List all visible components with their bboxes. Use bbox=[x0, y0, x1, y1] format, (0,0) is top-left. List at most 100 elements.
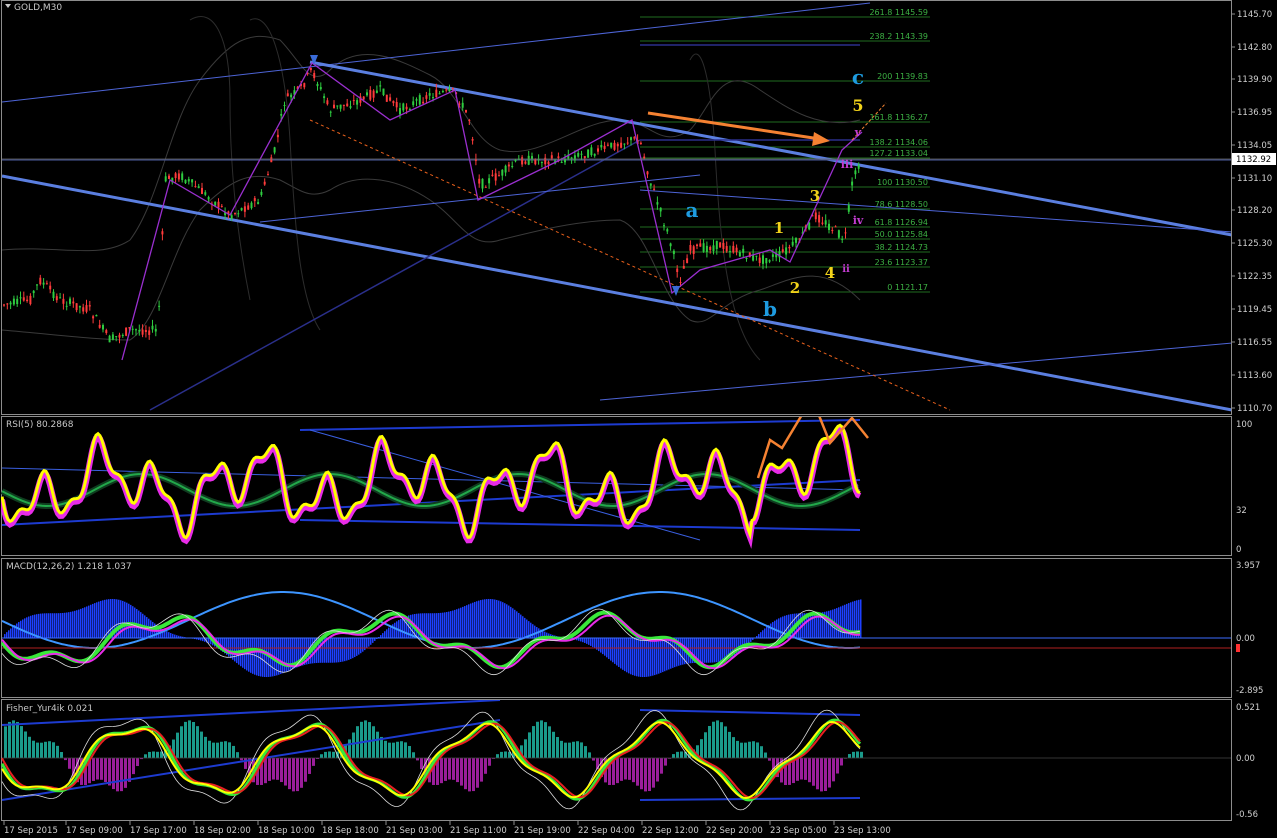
candle-body bbox=[732, 245, 735, 253]
candle-body bbox=[342, 104, 345, 106]
macd-bar bbox=[642, 638, 644, 678]
fisher-bar bbox=[388, 742, 391, 758]
macd-bar bbox=[764, 628, 766, 638]
fisher-bar bbox=[624, 758, 627, 780]
macd-bar bbox=[22, 619, 24, 638]
macd-bar bbox=[338, 638, 340, 663]
price-tick: 1125.30 bbox=[1237, 239, 1272, 249]
macd-bar bbox=[72, 611, 74, 638]
macd-bar bbox=[126, 602, 128, 638]
candle-body bbox=[273, 147, 276, 153]
candle-body bbox=[389, 97, 392, 101]
candle-body bbox=[98, 324, 101, 328]
fisher-bar bbox=[628, 758, 631, 780]
macd-bar bbox=[334, 638, 336, 663]
macd-bar bbox=[446, 612, 448, 638]
rsi-chart[interactable] bbox=[1, 398, 869, 549]
fisher-bar bbox=[364, 720, 367, 758]
candle-body bbox=[501, 169, 504, 176]
fib-level-label: 50.0 1125.84 bbox=[875, 230, 928, 239]
macd-bar bbox=[252, 638, 254, 674]
fib-level-label: 127.2 1133.04 bbox=[869, 149, 928, 158]
fib-level-label: 61.8 1126.94 bbox=[875, 218, 928, 227]
macd-bar bbox=[26, 617, 28, 638]
fisher-bar bbox=[572, 741, 575, 758]
fisher-bar bbox=[700, 739, 703, 758]
fisher-bar bbox=[716, 720, 719, 758]
macd-bar bbox=[762, 630, 764, 638]
fisher-bar bbox=[44, 741, 47, 758]
candle-body bbox=[197, 186, 200, 189]
macd-bar bbox=[662, 638, 664, 673]
candle-body bbox=[511, 166, 514, 168]
macd-bar bbox=[24, 618, 26, 638]
candle-body bbox=[851, 181, 854, 186]
fisher-bar bbox=[796, 758, 799, 781]
candle-body bbox=[286, 93, 289, 97]
macd-bar bbox=[778, 618, 780, 638]
price-tick: 1119.45 bbox=[1237, 305, 1272, 315]
chart-window[interactable]: 261.8 1145.59238.2 1143.39200 1139.83161… bbox=[0, 0, 1277, 838]
macd-bar bbox=[490, 599, 492, 638]
price-tick: 1142.80 bbox=[1237, 43, 1272, 53]
macd-bar bbox=[672, 638, 674, 668]
fisher-bar bbox=[104, 758, 107, 782]
fisher-bar bbox=[232, 745, 235, 758]
candle-body bbox=[82, 307, 85, 312]
candle-body bbox=[560, 161, 563, 163]
fisher-bar bbox=[500, 751, 503, 758]
candle-body bbox=[399, 108, 401, 115]
fisher-bar bbox=[460, 758, 463, 786]
fisher-chart[interactable] bbox=[1, 700, 1232, 811]
macd-bar bbox=[440, 612, 442, 638]
candle-body bbox=[356, 100, 359, 105]
candle-body bbox=[168, 175, 170, 179]
fisher-bar bbox=[136, 758, 139, 767]
macd-bar bbox=[12, 626, 14, 638]
macd-bar bbox=[456, 609, 458, 638]
price-candles[interactable] bbox=[3, 67, 860, 344]
candle-body bbox=[12, 298, 15, 305]
macd-bar bbox=[368, 638, 370, 647]
fisher-bar bbox=[704, 732, 707, 758]
candle-body bbox=[659, 207, 662, 212]
macd-bar bbox=[626, 638, 628, 673]
candle-body bbox=[201, 187, 203, 194]
macd-bar bbox=[260, 638, 262, 677]
macd-chart[interactable] bbox=[1, 591, 1232, 678]
macd-bar bbox=[42, 613, 44, 638]
macd-bar bbox=[102, 600, 104, 638]
fisher-bar bbox=[504, 751, 507, 758]
macd-bar bbox=[514, 609, 516, 638]
fisher-bar bbox=[488, 758, 491, 766]
macd-bar bbox=[264, 638, 266, 677]
macd-bar bbox=[510, 606, 512, 638]
candle-body bbox=[187, 179, 190, 182]
candle-body bbox=[418, 95, 421, 105]
macd-bar bbox=[592, 638, 594, 648]
fib-level-label: 100 1130.50 bbox=[877, 178, 928, 187]
macd-bar bbox=[600, 638, 602, 653]
macd-bar bbox=[518, 612, 520, 638]
candle-body bbox=[573, 155, 576, 161]
macd-bar bbox=[278, 638, 280, 675]
candle-body bbox=[263, 181, 266, 185]
fisher-bar bbox=[672, 754, 675, 758]
macd-bar bbox=[828, 610, 830, 638]
macd-bar bbox=[860, 599, 862, 638]
candle-body bbox=[768, 260, 771, 262]
fisher-bar bbox=[728, 731, 731, 758]
time-label: 21 Sep 11:00 bbox=[450, 826, 507, 836]
candle-body bbox=[158, 305, 161, 307]
candle-body bbox=[527, 155, 530, 165]
macd-bar bbox=[488, 598, 490, 638]
macd-bar bbox=[348, 638, 350, 660]
candle-body bbox=[623, 143, 626, 145]
candle-body bbox=[217, 201, 220, 208]
macd-bar bbox=[520, 614, 522, 638]
macd-bar bbox=[512, 608, 514, 638]
candle-body bbox=[738, 252, 741, 257]
chart-menu-icon[interactable] bbox=[5, 4, 11, 8]
price-chart[interactable]: 261.8 1145.59238.2 1143.39200 1139.83161… bbox=[1, 2, 1232, 412]
candle-body bbox=[854, 170, 857, 175]
